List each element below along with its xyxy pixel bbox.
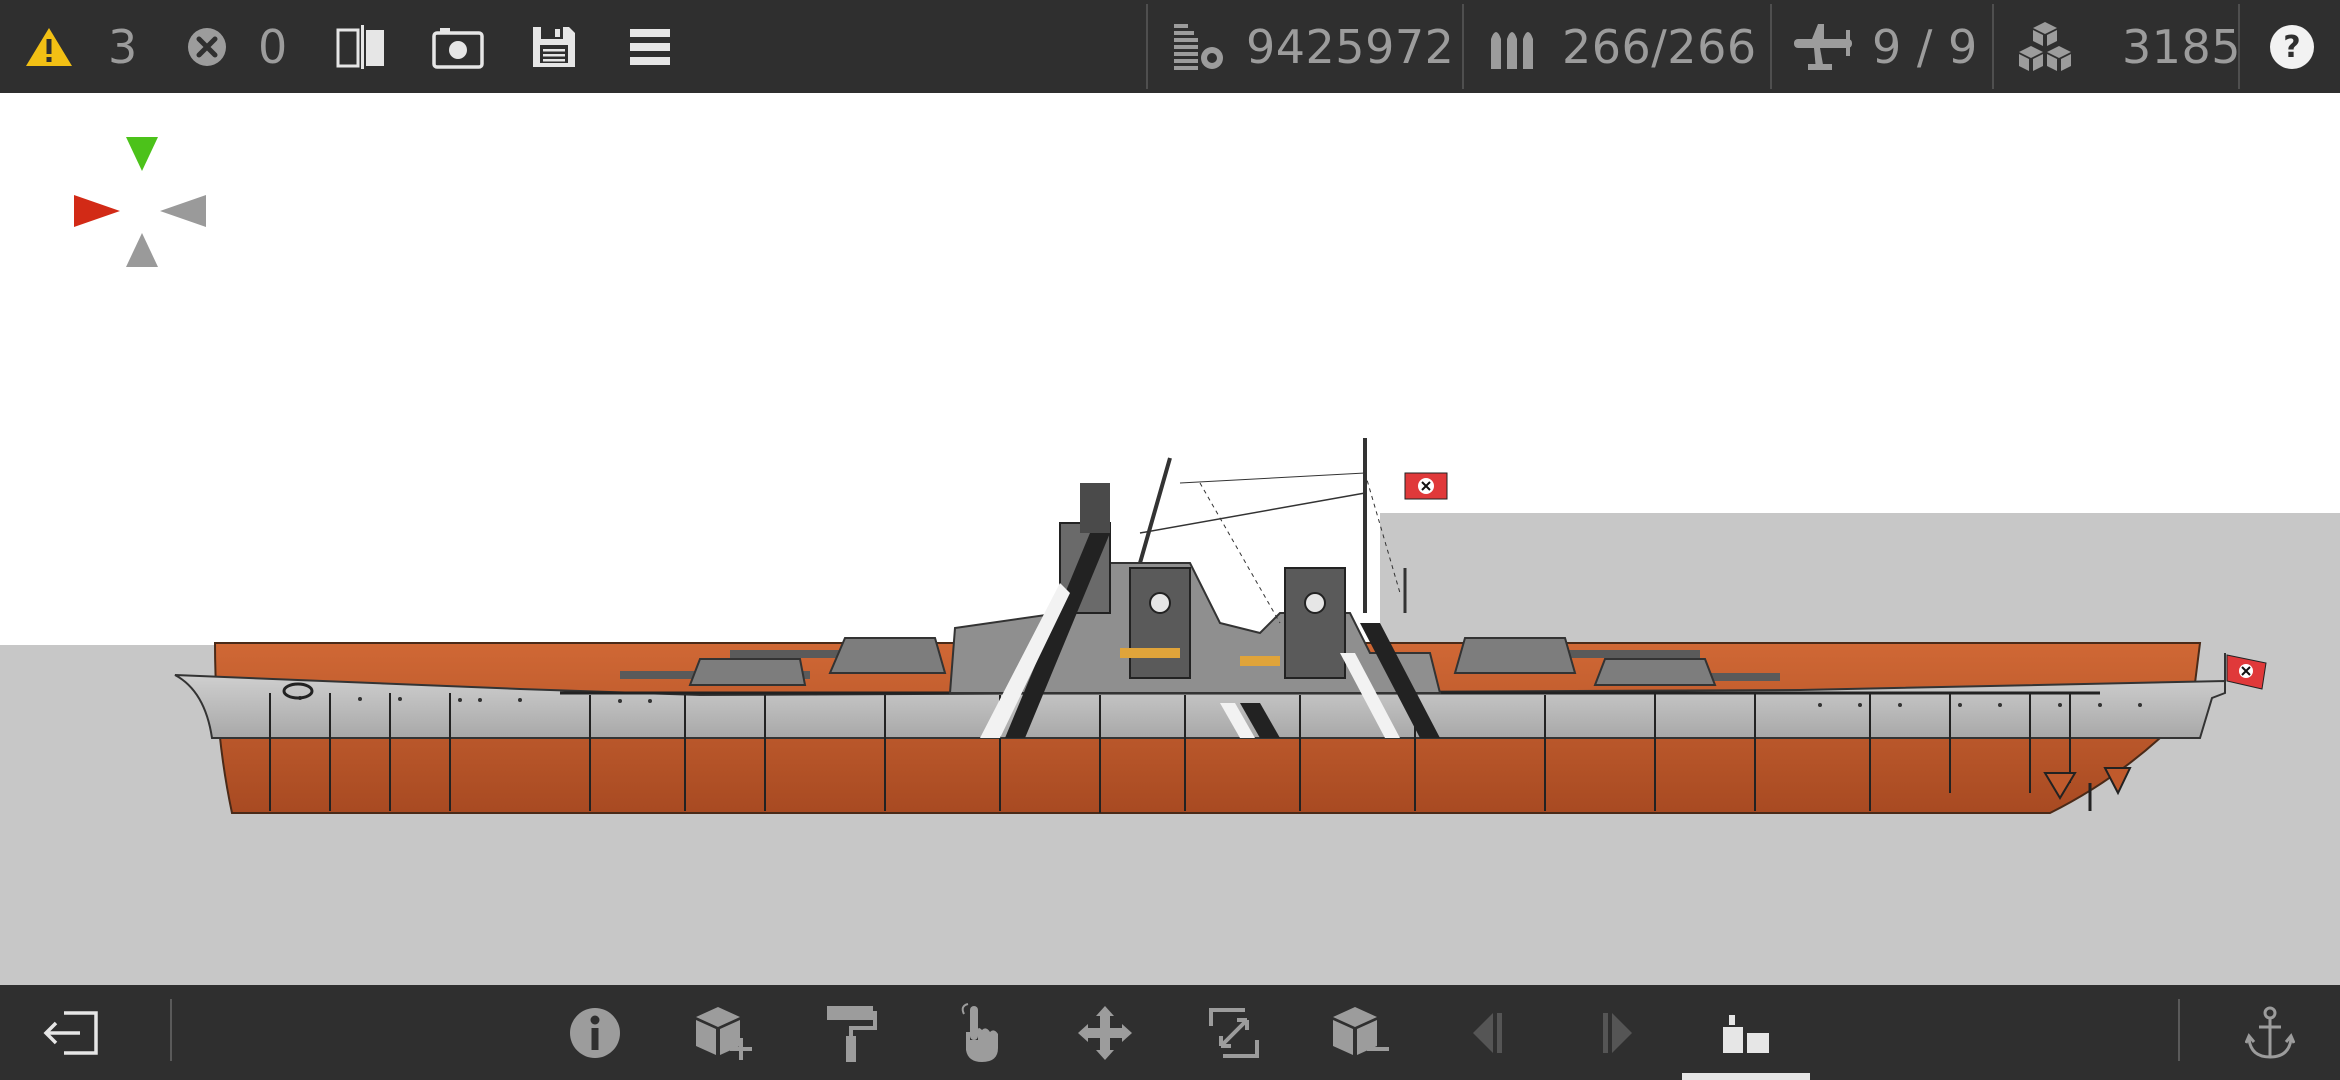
- active-tool-indicator: [1682, 1073, 1810, 1080]
- orientation-gizmo[interactable]: [70, 133, 210, 273]
- cost-value: 9425972: [1246, 19, 1455, 74]
- error-icon: [188, 27, 226, 66]
- parts-icon: [2019, 21, 2071, 71]
- paint-roller-icon: [827, 1005, 877, 1062]
- remove-part-icon: [1333, 1006, 1389, 1055]
- gizmo-down-arrow[interactable]: [126, 233, 158, 267]
- ammo-indicator: 266/266: [1488, 0, 1757, 93]
- hand-pointer-icon: [961, 1002, 998, 1062]
- save-button[interactable]: [531, 0, 577, 93]
- cost-icon: [1174, 23, 1223, 70]
- battleship-model[interactable]: [160, 333, 2300, 833]
- aircraft-indicator: 9 / 9: [1790, 0, 1978, 93]
- aircraft-value: 9 / 9: [1872, 19, 1978, 74]
- anchor-icon: [2245, 1006, 2295, 1059]
- divider: [1462, 4, 1464, 89]
- divider: [1146, 4, 1148, 89]
- divider: [2178, 999, 2180, 1061]
- flag-stern: [2224, 653, 2267, 693]
- cost-indicator: 9425972: [1172, 0, 1454, 93]
- split-view-button[interactable]: [336, 0, 386, 93]
- ammo-icon: [1491, 31, 1533, 69]
- info-icon: [570, 1007, 620, 1058]
- gizmo-right-arrow[interactable]: [160, 195, 206, 227]
- gizmo-up-arrow[interactable]: [126, 137, 158, 171]
- bottom-toolbar: [0, 985, 2340, 1080]
- resize-button[interactable]: [1202, 985, 1266, 1080]
- info-button[interactable]: [562, 985, 628, 1080]
- divider: [1992, 4, 1994, 89]
- add-part-button[interactable]: [688, 985, 758, 1080]
- view-mode-icon: [1723, 1014, 1769, 1053]
- previous-button[interactable]: [1465, 985, 1515, 1080]
- flag-main: [1404, 472, 1448, 500]
- paint-button[interactable]: [820, 985, 880, 1080]
- move-arrows-icon: [1078, 1005, 1132, 1060]
- airplane-icon: [1794, 23, 1852, 70]
- divider: [170, 999, 172, 1061]
- ammo-value: 266/266: [1562, 19, 1757, 74]
- top-status-bar: 3 0 9425972 266/266 9 / 9 3185 ?: [0, 0, 2340, 93]
- split-view-icon: [336, 24, 384, 69]
- errors-indicator[interactable]: 0: [186, 0, 288, 93]
- move-button[interactable]: [1075, 985, 1135, 1080]
- help-button[interactable]: ?: [2268, 0, 2316, 93]
- svg-text:?: ?: [2283, 30, 2300, 65]
- divider: [1770, 4, 1772, 89]
- resize-icon: [1209, 1007, 1259, 1058]
- remove-part-button[interactable]: [1325, 985, 1395, 1080]
- help-icon: ?: [2270, 24, 2314, 69]
- exit-button[interactable]: [36, 985, 106, 1080]
- warnings-count: 3: [108, 19, 138, 74]
- exit-icon: [43, 1010, 98, 1055]
- screenshot-button[interactable]: [432, 0, 484, 93]
- camera-icon: [432, 27, 484, 69]
- next-icon: [1603, 1012, 1632, 1053]
- warnings-indicator[interactable]: 3: [24, 0, 138, 93]
- errors-count: 0: [258, 19, 288, 74]
- gizmo-left-arrow[interactable]: [74, 195, 120, 227]
- add-part-icon: [696, 1006, 752, 1060]
- hamburger-menu-icon: [630, 28, 670, 65]
- select-button[interactable]: [950, 985, 1010, 1080]
- floppy-disk-icon: [533, 26, 575, 67]
- warning-icon: [26, 27, 72, 66]
- previous-icon: [1473, 1012, 1502, 1053]
- build-viewport[interactable]: [0, 93, 2340, 985]
- view-mode-button[interactable]: [1716, 985, 1776, 1080]
- divider: [2238, 4, 2240, 89]
- next-button[interactable]: [1590, 985, 1640, 1080]
- menu-button[interactable]: [628, 0, 672, 93]
- parts-value: 3185: [2122, 19, 2242, 74]
- parts-indicator: 3185: [2016, 0, 2241, 93]
- anchor-button[interactable]: [2240, 985, 2300, 1080]
